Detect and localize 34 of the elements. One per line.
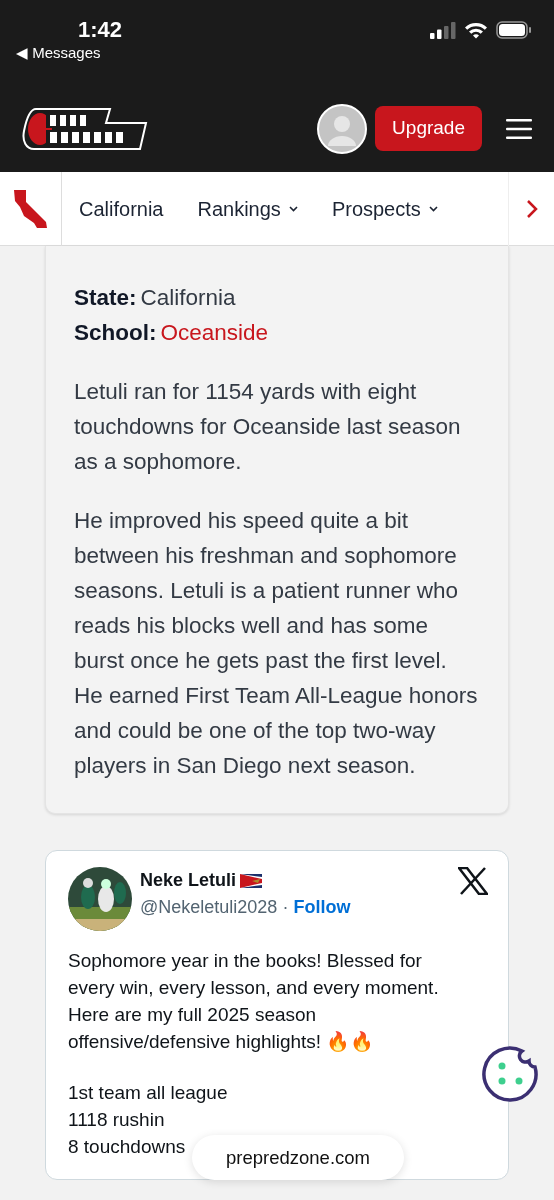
battery-icon (496, 21, 532, 39)
logo[interactable] (22, 106, 148, 151)
caret-icon (428, 205, 438, 212)
tweet-line: 1st team all league (68, 1081, 228, 1105)
upgrade-button[interactable]: Upgrade (375, 106, 482, 151)
flag-icon (240, 873, 263, 888)
back-link[interactable]: ◀ Messages (16, 44, 123, 62)
signal-icon (430, 21, 456, 39)
x-logo-icon[interactable] (458, 867, 488, 895)
nav-item[interactable]: California (79, 193, 164, 224)
avatar[interactable] (317, 103, 368, 154)
caret-icon (288, 205, 298, 212)
menu-icon[interactable] (506, 118, 532, 139)
tweet-line: 8 touchdowns (68, 1135, 186, 1159)
field-value: California (140, 284, 236, 312)
separator: · (282, 897, 289, 917)
state-map-icon[interactable] (12, 188, 49, 229)
status-time: 1:42 (78, 16, 123, 44)
nav-item[interactable]: Prospects (331, 193, 438, 224)
school-link[interactable]: Oceanside (160, 315, 269, 350)
chevron-right-icon[interactable] (525, 198, 538, 219)
follow-link[interactable]: Follow (293, 897, 351, 917)
field-label: State: (74, 284, 137, 312)
cookie-icon[interactable] (480, 1045, 538, 1103)
nav-item[interactable]: Rankings (197, 193, 298, 224)
tweet-text: Sophomore year in the books! Blessed for every win, every lesson, and every moment. Here are my full 2025 season offensive/defensive highlights! 🔥🔥 (68, 949, 440, 1054)
tweet-author-name[interactable]: Neke Letuli (140, 867, 237, 894)
tweet-handle[interactable]: @Nekeletuli2028 (140, 897, 278, 917)
url-pill[interactable]: prepredzone.com (192, 1135, 404, 1180)
wifi-icon (464, 21, 488, 39)
field-label: School: (74, 319, 157, 347)
paragraph: He improved his speed quite a bit between his freshman and sophomore seasons. Letuli is a patient runner who reads his blocks well and has some burst once he gets past the first level. He earned First Team All-League honors and could be one of the top two-way players in San Diego next season. (74, 507, 479, 780)
tweet-line: 1118 rushin (68, 1108, 165, 1132)
paragraph: Letuli ran for 1154 yards with eight touchdowns for Oceanside last season as a sophomore. (74, 378, 462, 476)
